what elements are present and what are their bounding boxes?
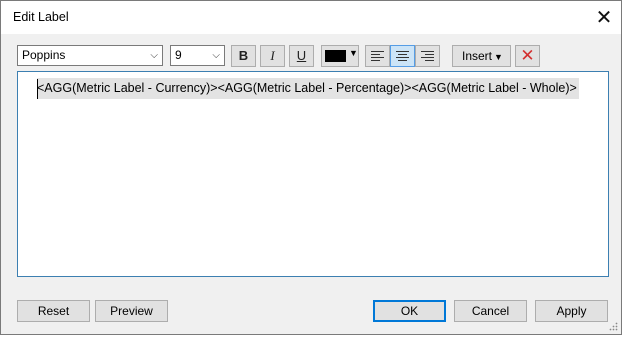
ok-button[interactable]: OK bbox=[373, 300, 446, 322]
text-color-button[interactable]: ▼ bbox=[321, 45, 359, 67]
clear-formatting-button[interactable]: ✕ bbox=[515, 45, 540, 67]
font-family-select[interactable]: Poppins ⌵ bbox=[17, 45, 163, 66]
align-center-button[interactable] bbox=[390, 45, 415, 67]
align-right-button[interactable] bbox=[415, 45, 440, 67]
underline-button[interactable]: U bbox=[289, 45, 314, 67]
color-swatch bbox=[325, 50, 346, 62]
dropdown-arrow-icon: ▼ bbox=[349, 48, 358, 58]
cancel-button[interactable]: Cancel bbox=[454, 300, 527, 322]
chevron-down-icon: ⌵ bbox=[150, 50, 158, 61]
label-text-editor[interactable]: <AGG(Metric Label - Currency)><AGG(Metri… bbox=[17, 71, 609, 277]
apply-button[interactable]: Apply bbox=[535, 300, 608, 322]
insert-button[interactable]: Insert ▼ bbox=[452, 45, 511, 67]
text-caret bbox=[37, 79, 38, 99]
italic-button[interactable]: I bbox=[260, 45, 285, 67]
bold-button[interactable]: B bbox=[231, 45, 256, 67]
align-left-button[interactable] bbox=[365, 45, 390, 67]
align-right-icon bbox=[421, 51, 434, 61]
clear-x-icon: ✕ bbox=[520, 46, 535, 65]
label-content-text[interactable]: <AGG(Metric Label - Currency)><AGG(Metri… bbox=[37, 78, 579, 99]
title-bar: Edit Label ✕ bbox=[1, 1, 621, 34]
reset-button[interactable]: Reset bbox=[17, 300, 90, 322]
preview-button[interactable]: Preview bbox=[95, 300, 168, 322]
font-family-value: Poppins bbox=[22, 48, 66, 62]
insert-label: Insert bbox=[462, 49, 493, 63]
chevron-down-icon: ⌵ bbox=[212, 50, 220, 61]
resize-grip-icon[interactable] bbox=[609, 322, 618, 331]
align-center-icon bbox=[396, 51, 409, 61]
dropdown-arrow-icon: ▼ bbox=[494, 52, 503, 62]
font-size-value: 9 bbox=[175, 48, 182, 62]
dialog-title: Edit Label bbox=[13, 10, 69, 24]
align-left-icon bbox=[371, 51, 384, 61]
edit-label-dialog: Edit Label ✕ Poppins ⌵ 9 ⌵ B I U ▼ Inser… bbox=[0, 0, 622, 335]
font-size-select[interactable]: 9 ⌵ bbox=[170, 45, 225, 66]
close-icon[interactable]: ✕ bbox=[593, 7, 615, 29]
